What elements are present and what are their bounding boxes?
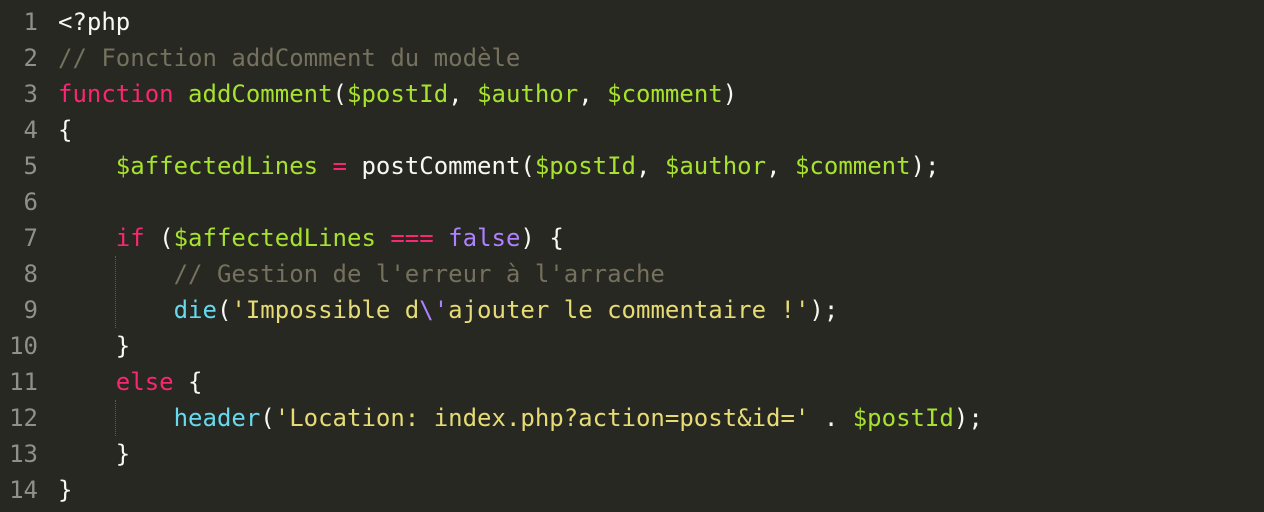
code-text: {: [58, 116, 73, 144]
code-line[interactable]: 13 }: [0, 436, 1264, 472]
code-text: ,: [636, 152, 665, 180]
code-line[interactable]: 7 if ($affectedLines === false) {: [0, 220, 1264, 256]
code-line[interactable]: 2 // Fonction addComment du modèle: [0, 40, 1264, 76]
code-comment: // Gestion de l'erreur à l'arrache: [173, 260, 665, 288]
line-number: 6: [23, 188, 38, 216]
code-content: // Gestion de l'erreur à l'arrache: [58, 260, 665, 288]
code-text: }: [115, 332, 131, 360]
code-escape: \': [419, 296, 449, 324]
code-text: );: [953, 404, 983, 432]
code-content: function addComment($postId, $author, $c…: [58, 80, 737, 108]
code-constant: false: [448, 224, 521, 252]
code-variable: $affectedLines: [115, 152, 319, 180]
line-number: 3: [23, 80, 38, 108]
code-builtin-call: die: [173, 296, 217, 324]
code-variable: $author: [477, 80, 579, 108]
line-number: 13: [9, 440, 38, 468]
code-variable: $comment: [607, 80, 723, 108]
code-operator: =: [332, 152, 347, 180]
line-number: 14: [9, 476, 38, 504]
indent-guide: [115, 400, 116, 436]
line-number: 9: [23, 296, 38, 324]
code-keyword: else: [115, 368, 174, 396]
code-line[interactable]: 4{: [0, 112, 1264, 148]
line-number: 1: [23, 8, 38, 36]
code-builtin-call: header: [173, 404, 261, 432]
line-number: 7: [23, 224, 38, 252]
code-line[interactable]: 14}: [0, 472, 1264, 508]
line-number: 8: [23, 260, 38, 288]
code-text: ): [722, 80, 738, 108]
code-line[interactable]: 1 <?php: [0, 4, 1264, 40]
line-number: 10: [9, 332, 38, 360]
code-text: }: [58, 476, 73, 504]
code-string: ajouter le commentaire !': [448, 296, 810, 324]
code-content: header('Location: index.php?action=post&…: [58, 404, 983, 432]
code-variable: $affectedLines: [173, 224, 376, 252]
line-number: 5: [23, 152, 38, 180]
code-variable: $comment: [794, 152, 911, 180]
code-line[interactable]: 6: [0, 184, 1264, 220]
code-line[interactable]: 10 }: [0, 328, 1264, 364]
code-content: {: [58, 116, 72, 144]
code-content: else {: [58, 368, 203, 396]
code-line[interactable]: 8 // Gestion de l'erreur à l'arrache: [0, 256, 1264, 292]
line-number: 2: [23, 44, 38, 72]
code-text: (: [260, 404, 275, 432]
code-line[interactable]: 11 else {: [0, 364, 1264, 400]
code-text: <?php: [58, 8, 131, 36]
code-text: {: [173, 368, 203, 396]
code-text: ,: [578, 80, 608, 108]
code-string: 'Impossible d: [231, 296, 420, 324]
code-content: }: [58, 476, 72, 504]
code-content: die('Impossible d\'ajouter le commentair…: [58, 296, 839, 324]
code-function-name: addComment: [188, 80, 333, 108]
code-text: (: [332, 80, 347, 108]
code-variable: $postId: [852, 404, 954, 432]
line-number: 4: [23, 116, 38, 144]
code-text: ,: [766, 152, 795, 180]
line-number: 12: [9, 404, 38, 432]
code-text: }: [115, 440, 131, 468]
code-variable: $postId: [534, 152, 636, 180]
code-line[interactable]: 3 function addComment($postId, $author, $…: [0, 76, 1264, 112]
line-number: 11: [9, 368, 38, 396]
code-text: );: [809, 296, 839, 324]
code-variable: $postId: [347, 80, 449, 108]
code-text: postComment(: [361, 152, 535, 180]
code-line[interactable]: 5 $affectedLines = postComment($postId, …: [0, 148, 1264, 184]
code-text: );: [910, 152, 940, 180]
indent-guide: [115, 256, 116, 328]
code-text: ,: [448, 80, 478, 108]
code-variable: $author: [664, 152, 767, 180]
code-content: <?php: [58, 8, 130, 36]
code-content: }: [58, 332, 130, 360]
code-content: }: [58, 440, 130, 468]
code-content: // Fonction addComment du modèle: [58, 44, 520, 72]
code-comment: // Fonction addComment du modèle: [58, 44, 521, 72]
code-keyword: function: [58, 80, 174, 108]
code-text: (: [144, 224, 174, 252]
code-editor[interactable]: 1 <?php 2 // Fonction addComment du modèle 3…: [0, 0, 1264, 512]
code-content: if ($affectedLines === false) {: [58, 224, 564, 252]
code-keyword: if: [115, 224, 145, 252]
code-line[interactable]: 9 die('Impossible d\'ajouter le commenta…: [0, 292, 1264, 328]
code-text: ) {: [520, 224, 564, 252]
code-content: $affectedLines = postComment($postId, $a…: [58, 152, 940, 180]
code-string: 'Location: index.php?action=post&id=': [274, 404, 810, 432]
code-text: .: [809, 404, 853, 432]
code-line[interactable]: 12 header('Location: index.php?action=po…: [0, 400, 1264, 436]
code-operator: ===: [390, 224, 434, 252]
code-text: (: [216, 296, 232, 324]
